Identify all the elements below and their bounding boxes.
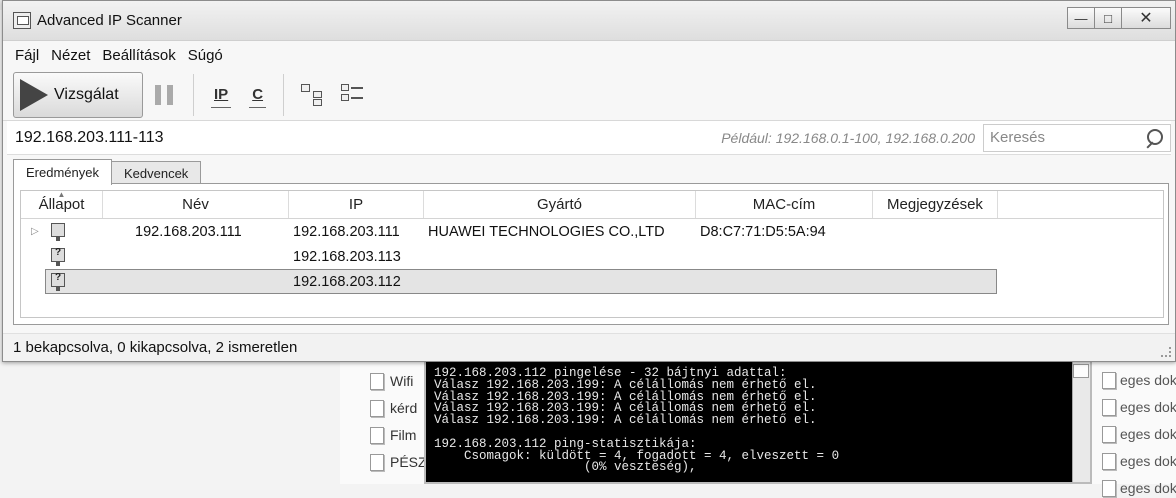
- explorer-type-label: eges dokum: [1120, 426, 1176, 442]
- status-summary: 1 bekapcsolva, 0 kikapcsolva, 2 ismeretl…: [13, 339, 298, 356]
- explorer-type-label: eges dokum: [1120, 480, 1176, 496]
- explorer-type-label: eges dokum: [1120, 453, 1176, 469]
- c-subnet-button[interactable]: C: [249, 86, 266, 108]
- document-icon: [370, 453, 384, 471]
- explorer-item[interactable]: kérd: [370, 398, 417, 418]
- table-row[interactable]: 192.168.203.113: [21, 244, 1163, 269]
- pause-icon[interactable]: [155, 84, 173, 105]
- column-header-ip[interactable]: IP: [289, 191, 424, 218]
- status-bar: 1 bekapcsolva, 0 kikapcsolva, 2 ismeretl…: [3, 333, 1175, 361]
- explorer-item-label: PÉSZ: [390, 454, 427, 470]
- menu-view[interactable]: Nézet: [45, 47, 96, 64]
- host-online-icon: [51, 222, 65, 241]
- document-icon: [370, 399, 384, 417]
- toolbar: Vizsgálat IP C: [3, 69, 1175, 121]
- toolbar-separator: [283, 73, 285, 116]
- title-bar[interactable]: Advanced IP Scanner — □ ✕: [3, 1, 1175, 41]
- explorer-type-cell: eges dokum: [1102, 424, 1176, 444]
- document-icon: [370, 426, 384, 444]
- console-scrollbar[interactable]: [1072, 362, 1090, 482]
- mac-cell: D8:C7:71:D5:5A:94: [700, 223, 826, 240]
- explorer-type-cell: eges dokum: [1102, 478, 1176, 498]
- console-line: (0% veszteség),: [434, 460, 697, 475]
- tab-strip: Eredmények Kedvencek: [3, 159, 1175, 185]
- document-icon: [1102, 452, 1116, 470]
- table-row-selected[interactable]: 192.168.203.112: [21, 269, 1163, 294]
- explorer-type-label: eges dokum: [1120, 372, 1176, 388]
- menu-settings[interactable]: Beállítások: [96, 47, 181, 64]
- table-row[interactable]: ▷ 192.168.203.111 192.168.203.111 HUAWEI…: [21, 219, 1163, 244]
- results-table: ▲ Állapot Név IP Gyártó MAC-cím Megjegyzé…: [20, 190, 1164, 318]
- selection-highlight: [45, 269, 997, 294]
- minimize-button[interactable]: —: [1067, 7, 1095, 29]
- ip-cell: 192.168.203.112: [293, 273, 401, 290]
- scan-button-label: Vizsgálat: [54, 85, 119, 103]
- explorer-item[interactable]: Wifi: [370, 371, 413, 391]
- table-header: ▲ Állapot Név IP Gyártó MAC-cím Megjegyzé…: [21, 191, 1163, 219]
- explorer-type-label: eges dokum: [1120, 399, 1176, 415]
- document-icon: [1102, 398, 1116, 416]
- host-unknown-icon: [51, 272, 65, 291]
- ip-range-example: Például: 192.168.0.1-100, 192.168.0.200: [721, 129, 975, 146]
- ip-cell: 192.168.203.111: [293, 223, 400, 240]
- scan-button[interactable]: Vizsgálat: [13, 71, 143, 118]
- address-bar: 192.168.203.111-113 Például: 192.168.0.1…: [7, 121, 1171, 155]
- status-cell: [21, 222, 103, 241]
- app-icon: [13, 12, 31, 29]
- explorer-item-label: Film: [390, 427, 417, 443]
- document-icon: [1102, 425, 1116, 443]
- menu-help[interactable]: Súgó: [182, 47, 229, 64]
- scroll-up-button[interactable]: [1073, 364, 1089, 378]
- host-unknown-icon: [51, 247, 65, 266]
- tab-results[interactable]: Eredmények: [13, 159, 112, 185]
- search-icon[interactable]: [1146, 128, 1164, 147]
- ip-subnet-button[interactable]: IP: [210, 86, 232, 108]
- play-icon: [20, 78, 48, 111]
- tab-favorites[interactable]: Kedvencek: [110, 161, 202, 185]
- column-header-status[interactable]: ▲ Állapot: [21, 191, 103, 218]
- console-output: 192.168.203.112 pingelése - 32 bájtnyi a…: [426, 362, 1090, 474]
- list-view-icon[interactable]: [341, 83, 364, 106]
- column-header-vendor[interactable]: Gyártó: [424, 191, 696, 218]
- column-header-mac[interactable]: MAC-cím: [696, 191, 873, 218]
- window-title: Advanced IP Scanner: [37, 12, 182, 29]
- command-prompt-window[interactable]: 192.168.203.112 pingelése - 32 bájtnyi a…: [424, 362, 1092, 484]
- ip-range-input[interactable]: 192.168.203.111-113: [7, 129, 707, 147]
- column-header-name[interactable]: Név: [103, 191, 289, 218]
- window-controls: — □ ✕: [1067, 7, 1171, 29]
- sort-arrow-icon: ▲: [57, 190, 66, 199]
- console-line: Válasz 192.168.203.199: A célállomás nem…: [434, 413, 817, 428]
- menu-bar: Fájl Nézet Beállítások Súgó: [3, 41, 1175, 69]
- close-button[interactable]: ✕: [1121, 7, 1171, 29]
- search-placeholder: Keresés: [990, 129, 1046, 146]
- status-cell: [21, 272, 103, 291]
- explorer-type-cell: eges dokum: [1102, 397, 1176, 417]
- explorer-item[interactable]: PÉSZ: [370, 452, 427, 472]
- results-panel: ▲ Állapot Név IP Gyártó MAC-cím Megjegyzé…: [13, 183, 1169, 325]
- explorer-item-label: Wifi: [390, 373, 414, 389]
- explorer-type-cell: eges dokum: [1102, 370, 1176, 390]
- explorer-type-cell: eges dokum: [1102, 451, 1176, 471]
- menu-file[interactable]: Fájl: [9, 47, 45, 64]
- explorer-item[interactable]: Film: [370, 425, 416, 445]
- name-cell: 192.168.203.111: [135, 223, 242, 240]
- ip-cell: 192.168.203.113: [293, 248, 401, 265]
- document-icon: [1102, 371, 1116, 389]
- status-cell: [21, 247, 103, 266]
- app-window: Advanced IP Scanner — □ ✕ Fájl Nézet Beá…: [2, 0, 1176, 362]
- document-icon: [1102, 479, 1116, 497]
- search-field[interactable]: Keresés: [983, 123, 1171, 152]
- maximize-button[interactable]: □: [1094, 7, 1122, 29]
- network-tree-icon[interactable]: [301, 83, 323, 106]
- document-icon: [370, 372, 384, 390]
- vendor-cell: HUAWEI TECHNOLOGIES CO.,LTD: [428, 223, 665, 240]
- column-header-comments[interactable]: Megjegyzések: [873, 191, 998, 218]
- explorer-item-label: kérd: [390, 400, 418, 416]
- resize-grip-icon[interactable]: [1161, 347, 1171, 357]
- toolbar-separator: [193, 73, 194, 116]
